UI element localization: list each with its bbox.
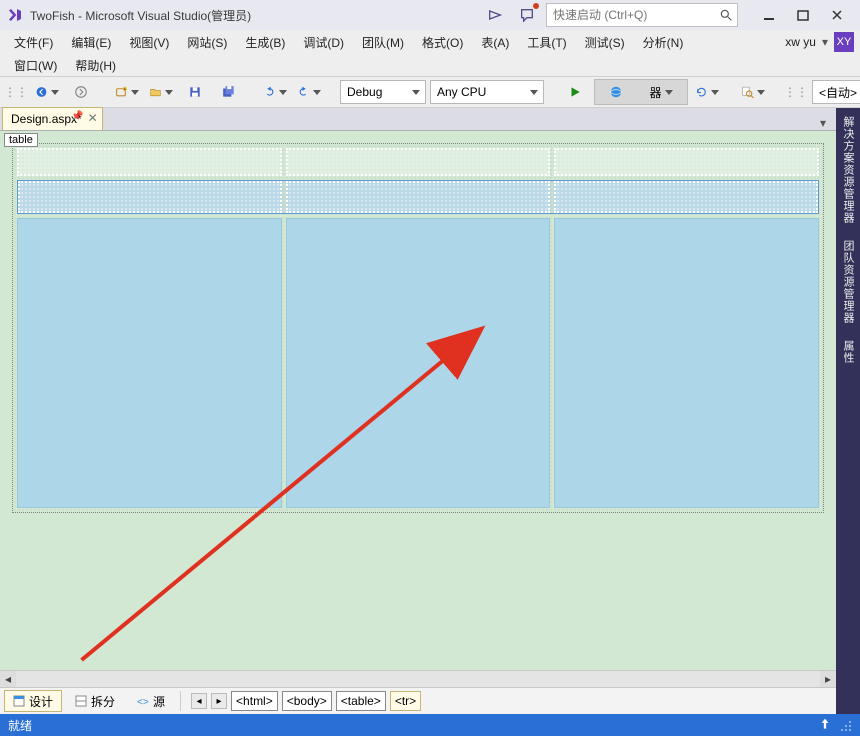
- breadcrumb-item[interactable]: <table>: [336, 691, 386, 711]
- table-cell[interactable]: [17, 218, 282, 508]
- window-buttons: [752, 3, 854, 27]
- dock-panel-solution-explorer[interactable]: 解决方案资源管理器: [840, 112, 856, 228]
- save-all-button[interactable]: [214, 80, 244, 104]
- minimize-button[interactable]: [752, 3, 786, 27]
- menubar: 文件(F) 编辑(E) 视图(V) 网站(S) 生成(B) 调试(D) 团队(M…: [0, 30, 860, 54]
- source-view-icon: <>: [137, 695, 149, 707]
- save-button[interactable]: [180, 80, 210, 104]
- vs-logo-icon: [6, 6, 24, 24]
- dock-panel-properties[interactable]: 属性: [840, 336, 856, 368]
- table-cell[interactable]: [554, 181, 818, 213]
- document-tab[interactable]: Design.aspx* 📌 ✕: [2, 107, 103, 130]
- split-view-icon: [75, 695, 87, 707]
- breadcrumb-item-selected[interactable]: <tr>: [390, 691, 421, 711]
- nav-forward-button[interactable]: [66, 80, 96, 104]
- refresh-button[interactable]: [692, 80, 722, 104]
- table-cell[interactable]: [286, 148, 551, 176]
- view-tab-label: 源: [153, 693, 165, 710]
- open-button[interactable]: [146, 80, 176, 104]
- new-project-button[interactable]: ★: [112, 80, 142, 104]
- workspace: Design.aspx* 📌 ✕ ▾ table: [0, 108, 860, 714]
- table-row-selected[interactable]: [17, 180, 819, 214]
- designer-surface[interactable]: table: [0, 130, 836, 670]
- menu-edit[interactable]: 编辑(E): [63, 32, 119, 53]
- titlebar: TwoFish - Microsoft Visual Studio(管理员): [0, 0, 860, 30]
- menubar-row2: 窗口(W) 帮助(H): [0, 54, 860, 77]
- view-tab-split[interactable]: 拆分: [66, 690, 124, 712]
- view-tab-label: 设计: [29, 693, 53, 710]
- horizontal-scrollbar[interactable]: ◂ ▸: [0, 670, 836, 687]
- dock-panel-team-explorer[interactable]: 团队资源管理器: [840, 236, 856, 328]
- design-table[interactable]: [12, 143, 824, 513]
- maximize-button[interactable]: [786, 3, 820, 27]
- table-cell[interactable]: [17, 148, 282, 176]
- breadcrumb-item[interactable]: <html>: [231, 691, 278, 711]
- status-text: 就绪: [8, 717, 32, 734]
- view-tab-label: 拆分: [91, 693, 115, 710]
- menu-help[interactable]: 帮助(H): [67, 55, 124, 76]
- resize-grip[interactable]: [838, 718, 852, 732]
- statusbar: 就绪: [0, 714, 860, 736]
- menu-team[interactable]: 团队(M): [354, 32, 412, 53]
- menu-window[interactable]: 窗口(W): [6, 55, 65, 76]
- nav-back-button[interactable]: [32, 80, 62, 104]
- menu-file[interactable]: 文件(F): [6, 32, 61, 53]
- menu-table[interactable]: 表(A): [473, 32, 517, 53]
- close-tab-icon[interactable]: ✕: [88, 111, 98, 125]
- breadcrumb-item[interactable]: <body>: [282, 691, 332, 711]
- right-dock: 解决方案资源管理器 团队资源管理器 属性: [836, 108, 860, 714]
- scroll-right-button[interactable]: ▸: [820, 671, 836, 687]
- menu-analyze[interactable]: 分析(N): [635, 32, 692, 53]
- viewbar: 设计 拆分 <> 源 ◂ ▸ <html> <body> <table>: [0, 687, 836, 714]
- tag-breadcrumb: ◂ ▸ <html> <body> <table> <tr>: [191, 691, 421, 711]
- scroll-left-button[interactable]: ◂: [0, 671, 16, 687]
- quick-launch-input[interactable]: [547, 5, 715, 25]
- find-in-files-button[interactable]: [738, 80, 768, 104]
- table-cell[interactable]: [286, 218, 551, 508]
- view-tab-source[interactable]: <> 源: [128, 690, 174, 712]
- svg-text:<>: <>: [137, 697, 149, 707]
- user-badge[interactable]: XY: [834, 32, 854, 52]
- table-cell[interactable]: [554, 148, 819, 176]
- menu-debug[interactable]: 调试(D): [295, 32, 352, 53]
- design-view-icon: [13, 695, 25, 707]
- start-debug-button[interactable]: [560, 80, 590, 104]
- solution-platform-combo[interactable]: Any CPU: [430, 80, 544, 104]
- notifications-icon[interactable]: [514, 2, 540, 28]
- breadcrumb-prev[interactable]: ◂: [191, 693, 207, 709]
- close-button[interactable]: [820, 3, 854, 27]
- status-publish-icon[interactable]: [818, 717, 832, 734]
- table-cell[interactable]: [286, 181, 550, 213]
- search-icon[interactable]: [715, 4, 737, 26]
- menu-test[interactable]: 测试(S): [577, 32, 633, 53]
- menu-tools[interactable]: 工具(T): [519, 32, 574, 53]
- menu-website[interactable]: 网站(S): [179, 32, 235, 53]
- view-tab-design[interactable]: 设计: [4, 690, 62, 712]
- quick-launch[interactable]: [546, 3, 738, 27]
- menu-build[interactable]: 生成(B): [237, 32, 293, 53]
- table-cell[interactable]: [554, 218, 819, 508]
- document-tabstrip: Design.aspx* 📌 ✕ ▾: [0, 108, 836, 130]
- menu-format[interactable]: 格式(O): [414, 32, 471, 53]
- standard-toolbar: ⋮⋮ ★ Debug Any CPU 器 ⋮⋮ <自动> ▾: [0, 77, 860, 108]
- table-row[interactable]: [17, 148, 819, 176]
- feedback-icon[interactable]: [482, 2, 508, 28]
- tab-overflow-button[interactable]: ▾: [814, 116, 832, 130]
- browser-select-button[interactable]: 器: [594, 79, 688, 105]
- table-cell[interactable]: [18, 181, 282, 213]
- menu-view[interactable]: 视图(V): [121, 32, 177, 53]
- window-title: TwoFish - Microsoft Visual Studio(管理员): [30, 7, 251, 24]
- undo-button[interactable]: [260, 80, 290, 104]
- redo-button[interactable]: [294, 80, 324, 104]
- breadcrumb-next[interactable]: ▸: [211, 693, 227, 709]
- target-combo[interactable]: <自动>: [812, 80, 860, 104]
- table-row[interactable]: [17, 218, 819, 508]
- tag-indicator: table: [4, 133, 38, 147]
- solution-config-combo[interactable]: Debug: [340, 80, 426, 104]
- pin-icon[interactable]: 📌: [71, 111, 83, 122]
- user-name[interactable]: xw yu: [785, 35, 816, 49]
